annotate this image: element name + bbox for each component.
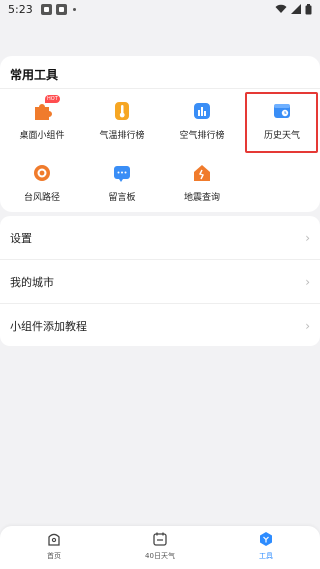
typhoon-icon: [31, 162, 53, 184]
bottom-nav: 首页 40日天气 工具: [0, 526, 320, 569]
nav-label: 工具: [259, 552, 273, 560]
list-item-label: 小组件添加教程: [10, 319, 87, 333]
chevron-right-icon: ›: [305, 318, 310, 333]
battery-icon: [305, 3, 312, 14]
tool-earthquake-query[interactable]: 地震查询: [162, 152, 242, 210]
settings-list: 设置 › 我的城市 › 小组件添加教程 ›: [0, 216, 320, 346]
list-item-label: 设置: [10, 231, 32, 245]
earthquake-icon: [191, 162, 213, 184]
wifi-icon: [275, 4, 287, 13]
list-item-label: 我的城市: [10, 275, 54, 289]
status-time: 5:23: [8, 2, 33, 16]
bar-chart-icon: [191, 100, 213, 122]
tools-icon: [260, 532, 272, 546]
thermometer-icon: [111, 100, 133, 122]
tool-label: 气温排行榜: [99, 131, 145, 141]
list-item-widget-tutorial[interactable]: 小组件添加教程 ›: [0, 304, 320, 347]
notification-a-icon: [55, 3, 67, 15]
tool-message-board[interactable]: 留言板: [82, 152, 162, 210]
tool-air-ranking[interactable]: 空气排行榜: [162, 90, 242, 148]
chevron-right-icon: ›: [305, 230, 310, 245]
home-icon: [48, 533, 60, 546]
tool-temperature-ranking[interactable]: 气温排行榜: [82, 90, 162, 148]
nav-label: 首页: [47, 552, 61, 560]
tool-label: 桌面小组件: [19, 131, 65, 141]
tool-desktop-widget[interactable]: HOT 桌面小组件: [2, 90, 82, 148]
list-item-settings[interactable]: 设置 ›: [0, 216, 320, 259]
chevron-right-icon: ›: [305, 274, 310, 289]
calendar-icon: [153, 532, 167, 546]
tool-label: 空气排行榜: [179, 131, 225, 141]
tool-label: 地震查询: [183, 193, 220, 203]
tool-typhoon-path[interactable]: 台风路径: [2, 152, 82, 210]
status-bar: 5:23: [0, 0, 320, 18]
tool-label: 台风路径: [23, 193, 60, 203]
message-board-icon: [111, 162, 133, 184]
divider: [0, 88, 320, 89]
signal-icon: [291, 4, 301, 14]
nav-tools[interactable]: 工具: [236, 531, 296, 565]
highlight-frame: [245, 92, 318, 153]
puzzle-icon: HOT: [31, 95, 60, 122]
nav-home[interactable]: 首页: [24, 531, 84, 565]
hot-badge: HOT: [45, 95, 60, 103]
nav-label: 40日天气: [145, 552, 175, 560]
common-tools-title: 常用工具: [10, 68, 59, 82]
list-item-my-cities[interactable]: 我的城市 ›: [0, 260, 320, 303]
nav-40-day-weather[interactable]: 40日天气: [130, 531, 190, 565]
tool-label: 留言板: [108, 193, 136, 203]
notification-icon: [40, 3, 52, 15]
common-tools-card: 常用工具 HOT 桌面小组件 气温排行榜 空气排行榜 历史天气 台风路径 留言板…: [0, 56, 320, 212]
dot-icon: [72, 7, 76, 11]
